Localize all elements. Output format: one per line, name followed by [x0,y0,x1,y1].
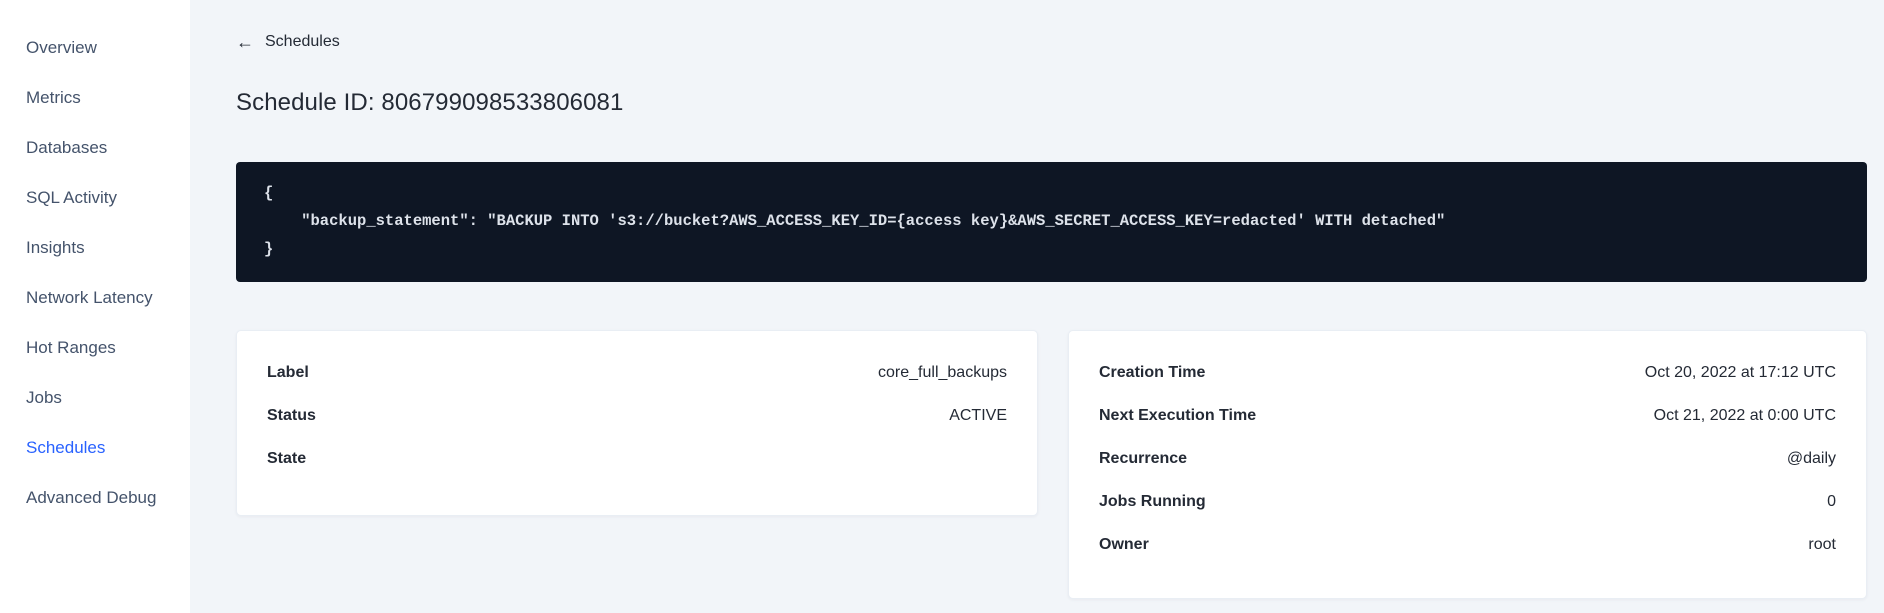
row-value: @daily [1786,450,1836,467]
detail-row-owner: Owner root [1099,533,1836,557]
detail-row-status: Status ACTIVE [267,404,1007,428]
row-label: Creation Time [1099,364,1206,381]
back-arrow-icon: ← [236,32,254,52]
sidebar-item-sql-activity[interactable]: SQL Activity [0,173,190,223]
row-label: State [267,450,307,467]
row-value: core_full_backups [878,364,1007,381]
sidebar-item-databases[interactable]: Databases [0,123,190,173]
row-label: Status [267,407,316,424]
sidebar-item-jobs[interactable]: Jobs [0,373,190,423]
row-value: Oct 20, 2022 at 17:12 UTC [1644,364,1836,381]
detail-row-creation-time: Creation Time Oct 20, 2022 at 17:12 UTC [1099,361,1836,385]
back-to-schedules-link[interactable]: ← Schedules [236,33,340,51]
code-line: { [264,184,274,202]
detail-row-recurrence: Recurrence @daily [1099,447,1836,471]
schedule-summary-card: Label core_full_backups Status ACTIVE St… [236,330,1038,516]
detail-row-next-execution-time: Next Execution Time Oct 21, 2022 at 0:00… [1099,404,1836,428]
row-label: Next Execution Time [1099,407,1257,424]
sidebar-item-advanced-debug[interactable]: Advanced Debug [0,473,190,523]
row-value: root [1808,536,1836,553]
row-value: ACTIVE [949,407,1007,424]
row-label: Jobs Running [1099,493,1206,510]
sidebar: Overview Metrics Databases SQL Activity … [0,0,190,613]
schedule-details-page: Overview Metrics Databases SQL Activity … [0,0,1884,613]
detail-row-state: State [267,447,1007,471]
detail-row-jobs-running: Jobs Running 0 [1099,490,1836,514]
code-line: } [264,240,274,258]
sidebar-item-hot-ranges[interactable]: Hot Ranges [0,323,190,373]
sidebar-item-metrics[interactable]: Metrics [0,73,190,123]
row-label: Recurrence [1099,450,1188,467]
main-content: ← Schedules Schedule ID: 806799098533806… [190,0,1884,613]
row-label: Owner [1099,536,1149,553]
schedule-timing-card: Creation Time Oct 20, 2022 at 17:12 UTC … [1068,330,1867,599]
sidebar-item-insights[interactable]: Insights [0,223,190,273]
schedule-statement-code-block: { "backup_statement": "BACKUP INTO 's3:/… [236,162,1867,282]
code-line: "backup_statement": "BACKUP INTO 's3://b… [264,212,1446,230]
row-value: 0 [1827,493,1836,510]
sidebar-item-schedules[interactable]: Schedules [0,423,190,473]
sidebar-item-overview[interactable]: Overview [0,23,190,73]
back-link-label: Schedules [265,33,340,50]
detail-cards: Label core_full_backups Status ACTIVE St… [236,330,1867,599]
row-label: Label [267,364,309,381]
row-value: Oct 21, 2022 at 0:00 UTC [1653,407,1836,424]
sidebar-item-network-latency[interactable]: Network Latency [0,273,190,323]
detail-row-label: Label core_full_backups [267,361,1007,385]
page-title: Schedule ID: 806799098533806081 [236,89,624,116]
